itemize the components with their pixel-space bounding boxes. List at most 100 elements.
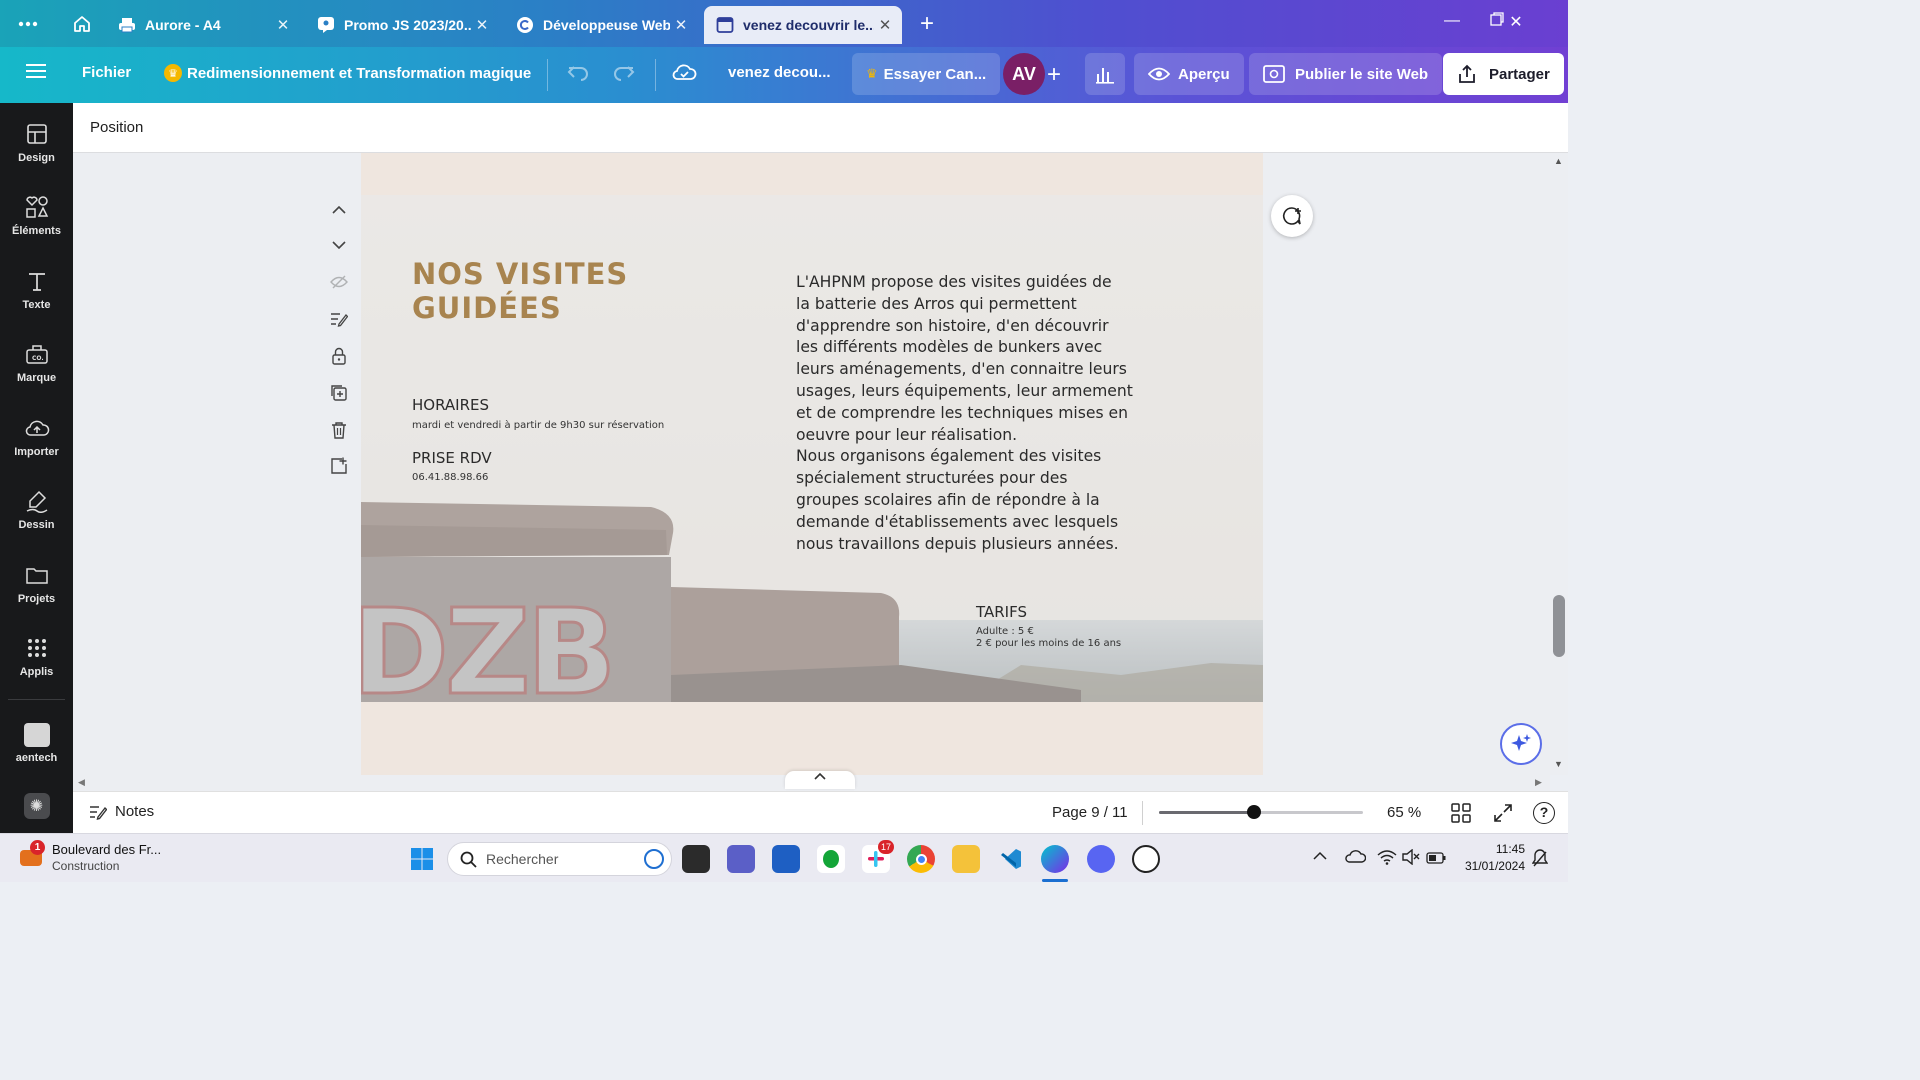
sidebar-item-design[interactable]: Design <box>0 121 73 191</box>
horizontal-scrollbar[interactable]: ◀ ▶ <box>73 771 1550 791</box>
battery-icon[interactable] <box>1426 851 1446 869</box>
document-title[interactable]: venez decou... <box>728 64 831 81</box>
notifications-bell-icon[interactable] <box>1531 849 1549 872</box>
sidebar-item-elements[interactable]: Éléments <box>0 194 73 264</box>
move-page-down-icon[interactable] <box>328 234 350 256</box>
move-page-up-icon[interactable] <box>328 199 350 221</box>
tab-promo-js[interactable]: Promo JS 2023/20... ✕ <box>305 6 499 44</box>
scroll-up-icon[interactable]: ▲ <box>1554 156 1563 166</box>
close-icon[interactable]: ✕ <box>272 16 294 34</box>
sidebar-item-apps[interactable]: Applis <box>0 635 73 705</box>
tarif-child[interactable]: 2 € pour les moins de 16 ans <box>976 638 1121 649</box>
file-explorer-icon[interactable] <box>952 845 980 873</box>
page-indicator[interactable]: Page 9 / 11 <box>1052 804 1128 821</box>
task-view-icon[interactable] <box>682 845 710 873</box>
vertical-scrollbar[interactable]: ▲ ▼ <box>1550 153 1568 775</box>
sidebar-item-label: aentech <box>15 752 58 764</box>
clock-time[interactable]: 11:45 <box>1459 842 1525 856</box>
page-notes-icon[interactable] <box>328 308 350 330</box>
rdv-phone[interactable]: 06.41.88.98.66 <box>412 472 488 483</box>
clock-date[interactable]: 31/01/2024 <box>1459 859 1525 873</box>
add-collaborator-icon[interactable]: + <box>1047 61 1061 89</box>
close-icon[interactable]: ✕ <box>471 16 493 34</box>
insights-icon[interactable] <box>1085 53 1125 95</box>
canva-app-icon[interactable] <box>1041 845 1069 873</box>
horaires-heading[interactable]: HORAIRES <box>412 396 489 414</box>
windows-start-icon[interactable] <box>408 845 436 873</box>
chrome-icon[interactable] <box>907 845 935 873</box>
magic-assistant-icon[interactable] <box>1500 723 1542 765</box>
description-paragraph[interactable]: L'AHPNM propose des visites guidées de l… <box>796 272 1156 555</box>
publish-website-button[interactable]: Publier le site Web <box>1249 53 1443 95</box>
scroll-left-icon[interactable]: ◀ <box>78 777 85 788</box>
zoom-slider-thumb[interactable] <box>1247 805 1261 819</box>
tarifs-heading[interactable]: TARIFS <box>976 603 1027 621</box>
new-tab-button[interactable]: + <box>913 10 941 38</box>
design-page[interactable]: DZB NOS VISITES GUIDÉES HORAIRES mardi e… <box>361 195 1263 702</box>
close-window-icon[interactable]: ✕ <box>1501 12 1531 32</box>
grid-view-icon[interactable] <box>1451 803 1471 828</box>
try-canva-pro-button[interactable]: ♛ Essayer Can... <box>852 53 1001 95</box>
tarif-adult[interactable]: Adulte : 5 € <box>976 626 1034 637</box>
file-menu[interactable]: Fichier <box>82 64 131 81</box>
volume-muted-icon[interactable] <box>1402 848 1420 870</box>
more-icon[interactable] <box>14 10 42 38</box>
scroll-right-icon[interactable]: ▶ <box>1535 777 1542 788</box>
sidebar-item-text[interactable]: Texte <box>0 268 73 338</box>
tab-aurore[interactable]: Aurore - A4 ✕ <box>106 6 300 44</box>
cloud-saved-icon[interactable] <box>671 61 697 83</box>
home-icon[interactable] <box>68 10 96 38</box>
sidebar-item-draw[interactable]: Dessin <box>0 488 73 558</box>
lock-icon[interactable] <box>328 345 350 367</box>
duplicate-page-icon[interactable] <box>328 382 350 404</box>
horaires-text[interactable]: mardi et vendredi à partir de 9h30 sur r… <box>412 420 664 431</box>
hamburger-menu-icon[interactable] <box>26 63 46 79</box>
section-title[interactable]: NOS VISITES GUIDÉES <box>412 257 732 325</box>
teams-chat-icon[interactable] <box>727 845 755 873</box>
zoom-slider[interactable] <box>1159 805 1363 819</box>
sidebar-item-brand[interactable]: CO. Marque <box>0 341 73 411</box>
close-icon[interactable]: ✕ <box>670 16 692 34</box>
minimize-icon[interactable]: — <box>1437 12 1467 30</box>
avatar[interactable]: AV <box>1003 53 1045 95</box>
preview-button[interactable]: Aperçu <box>1134 53 1244 95</box>
tab-developpeuse[interactable]: Développeuse Web... ✕ <box>504 6 698 44</box>
wifi-icon[interactable] <box>1377 849 1397 870</box>
redo-icon[interactable] <box>612 61 636 85</box>
share-button[interactable]: Partager <box>1443 53 1564 95</box>
scroll-down-icon[interactable]: ▼ <box>1554 759 1563 769</box>
vscode-icon[interactable] <box>997 845 1025 873</box>
undo-icon[interactable] <box>566 61 590 85</box>
add-comment-icon[interactable] <box>1271 195 1313 237</box>
tab-venez-decouvrir[interactable]: venez decouvrir le... ✕ <box>704 6 902 44</box>
weather-widget-icon[interactable]: 1 <box>18 840 46 870</box>
slack-icon[interactable]: 17 <box>862 840 894 873</box>
evernote-icon[interactable] <box>817 845 845 873</box>
store-icon[interactable] <box>772 845 800 873</box>
zoom-level[interactable]: 65 % <box>1387 804 1421 821</box>
github-icon[interactable] <box>1132 845 1160 873</box>
vertical-scroll-thumb[interactable] <box>1553 595 1565 657</box>
close-icon[interactable]: ✕ <box>874 16 896 34</box>
publish-label: Publier le site Web <box>1295 65 1429 83</box>
discord-icon[interactable] <box>1087 845 1115 873</box>
fullscreen-icon[interactable] <box>1493 803 1513 828</box>
magic-resize-button[interactable]: ♛ Redimensionnement et Transformation ma… <box>164 64 531 82</box>
page-icon <box>716 16 734 34</box>
rdv-heading[interactable]: PRISE RDV <box>412 449 492 467</box>
hide-page-icon[interactable] <box>328 271 350 293</box>
expand-pages-icon[interactable] <box>785 771 855 789</box>
position-button[interactable]: Position <box>90 119 143 136</box>
taskbar-search-box[interactable]: Rechercher <box>447 842 672 876</box>
delete-page-icon[interactable] <box>328 419 350 441</box>
chevron-up-icon[interactable] <box>1313 848 1327 866</box>
weather-title[interactable]: Boulevard des Fr... <box>52 842 161 857</box>
sidebar-item-projects[interactable]: Projets <box>0 562 73 632</box>
sidebar-team[interactable]: aentech <box>0 723 73 793</box>
sidebar-item-upload[interactable]: Importer <box>0 415 73 485</box>
add-page-icon[interactable] <box>328 455 350 477</box>
divider <box>8 699 65 700</box>
help-icon[interactable]: ? <box>1533 802 1555 824</box>
notes-button[interactable]: Notes <box>89 803 154 820</box>
onedrive-icon[interactable] <box>1344 849 1367 868</box>
